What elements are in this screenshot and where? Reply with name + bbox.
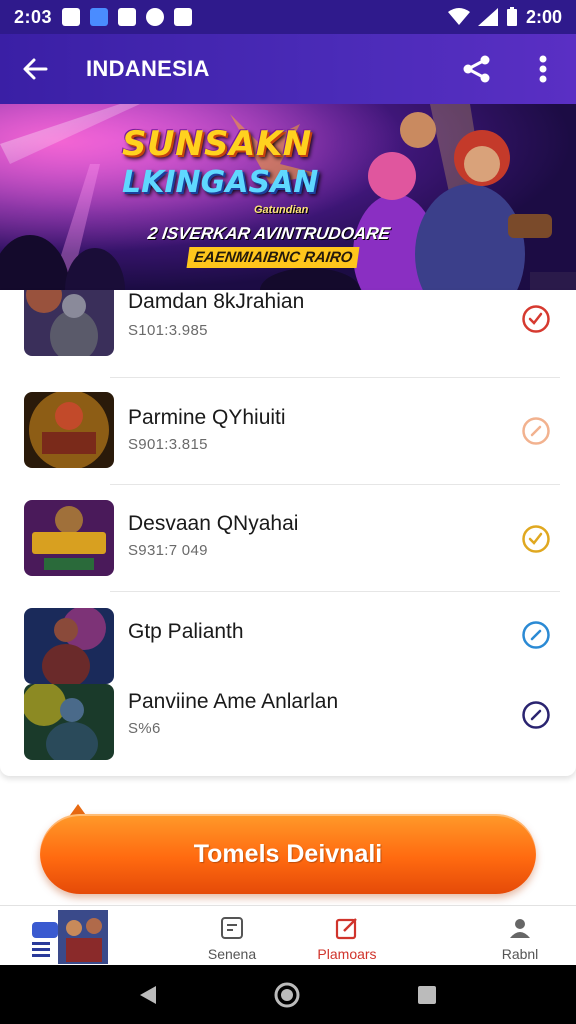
nav-label: Rabnl: [501, 946, 539, 962]
list-item[interactable]: Desvaan QNyahai S931:7 049: [0, 494, 576, 600]
status-check-icon[interactable]: [521, 524, 551, 554]
chat-icon: [32, 910, 108, 964]
photo-icon: [174, 8, 193, 26]
home-circle-icon[interactable]: [273, 981, 301, 1009]
game-thumbnail: [24, 500, 114, 576]
person-icon: [510, 919, 530, 938]
status-check-icon[interactable]: [521, 416, 551, 446]
app-icon: [90, 8, 109, 26]
screen-icon: [221, 917, 243, 939]
status-time: 2:03: [14, 6, 53, 27]
divider: [110, 377, 560, 378]
page-title: INDANESIA: [86, 56, 210, 81]
banner-title: SUNSAKN: [122, 124, 312, 164]
battery-icon: [506, 7, 517, 26]
nav-label: Plamoars: [317, 946, 377, 962]
share-button[interactable]: [444, 34, 510, 104]
edit-icon: [335, 918, 357, 940]
banner-subtitle-line2: EAENMIAIBNC RAIRO: [186, 247, 360, 268]
item-meta: S901:3.815: [128, 436, 208, 453]
notification-icon: [62, 8, 81, 26]
share-icon: [463, 55, 490, 83]
back-triangle-icon[interactable]: [138, 984, 158, 1006]
status-clock: 2:00: [525, 6, 562, 27]
banner-tag: Gatundian: [254, 204, 309, 216]
nav-item-rabnl[interactable]: Rabnl: [482, 906, 558, 966]
system-navigation-bar: [0, 965, 576, 1024]
nav-item-home[interactable]: [22, 906, 112, 966]
nav-label: Senena: [207, 946, 257, 962]
game-thumbnail: [24, 392, 114, 468]
more-vert-icon: [539, 55, 547, 83]
nav-item-senena[interactable]: Senena: [190, 906, 274, 966]
list-item[interactable]: Parmine QYhiuiti S901:3.815: [0, 386, 576, 492]
game-thumbnail: [24, 684, 114, 760]
item-name: Panviine Ame Anlarlan: [128, 690, 339, 713]
arrow-left-icon: [23, 58, 48, 80]
status-check-icon[interactable]: [521, 304, 551, 334]
game-thumbnail: [24, 290, 114, 356]
item-name: Damdan 8kJrahian: [128, 290, 305, 313]
status-check-icon[interactable]: [521, 700, 551, 730]
wifi-icon: [447, 8, 470, 25]
game-list: Damdan 8kJrahian S101:3.985 Parmine QYhi…: [0, 290, 576, 776]
signal-icon: [477, 8, 498, 26]
item-name: Gtp Palianth: [128, 620, 244, 643]
game-thumbnail: [24, 608, 114, 684]
item-meta: S101:3.985: [128, 322, 208, 339]
banner-subtitle: 2 ISVERKAR AVINTRUDOARE: [146, 224, 392, 243]
more-button[interactable]: [510, 34, 576, 104]
banner-title-line2: LKINGASAN: [122, 165, 319, 200]
item-meta: S931:7 049: [128, 542, 208, 559]
photo-icon: [146, 8, 165, 26]
list-item[interactable]: Panviine Ame Anlarlan S%6: [0, 680, 576, 776]
list-item[interactable]: Damdan 8kJrahian S101:3.985: [0, 290, 576, 386]
divider: [110, 484, 560, 485]
promo-banner[interactable]: SUNSAKN LKINGASAN Gatundian 2 ISVERKAR A…: [0, 104, 576, 290]
cta-container: Tomels Deivnali: [40, 804, 536, 894]
download-button[interactable]: Tomels Deivnali: [40, 814, 536, 894]
music-icon: [118, 8, 137, 26]
bottom-navigation: Senena Plamoars Rabnl: [0, 905, 576, 965]
status-check-icon[interactable]: [521, 620, 551, 650]
app-bar: INDANESIA: [0, 34, 576, 104]
recents-square-icon[interactable]: [416, 984, 438, 1006]
back-button[interactable]: [0, 34, 70, 104]
divider: [110, 591, 560, 592]
nav-item-plamoars[interactable]: Plamoars: [304, 906, 390, 966]
status-bar: 2:03 2:00: [0, 0, 576, 34]
item-name: Parmine QYhiuiti: [128, 406, 286, 429]
item-name: Desvaan QNyahai: [128, 512, 299, 535]
app-screen: 2:03 2:00 INDANESIA SUNSAKN LKINGASAN Ga…: [0, 0, 576, 1024]
item-meta: S%6: [128, 720, 161, 737]
